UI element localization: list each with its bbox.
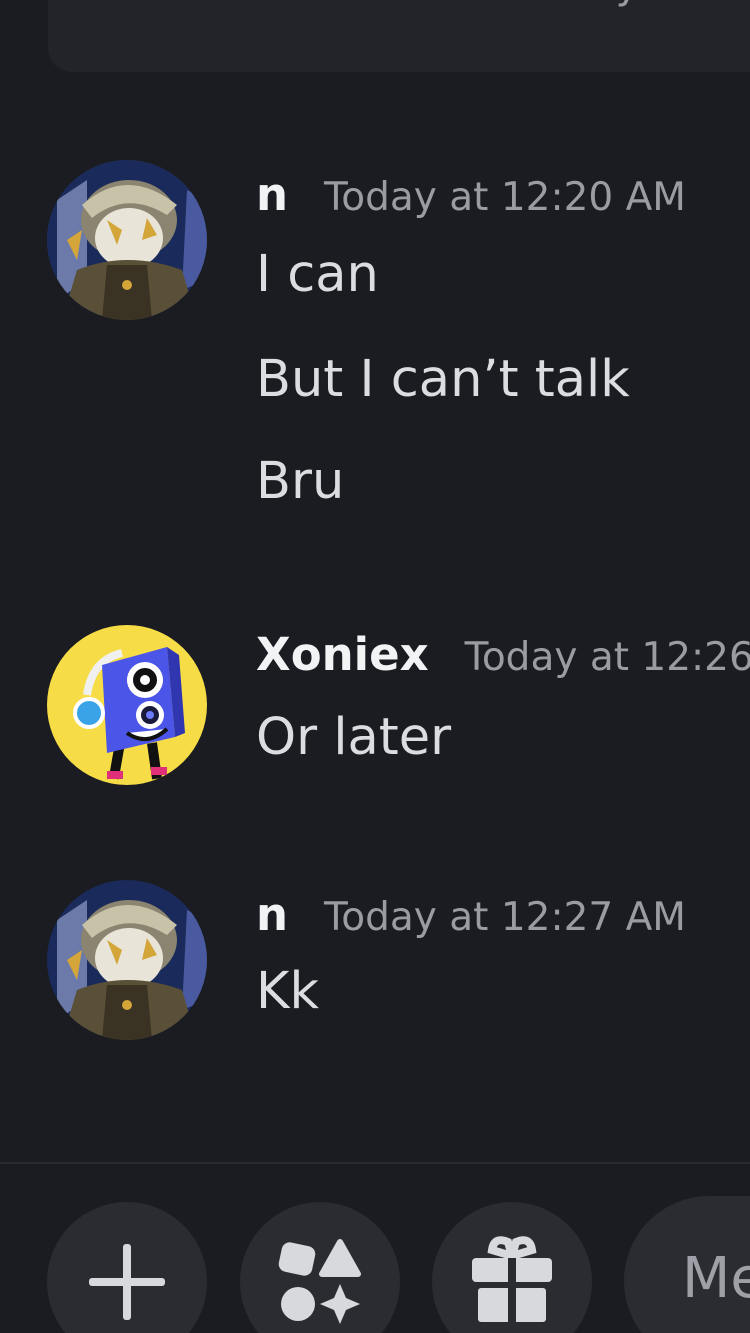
username[interactable]: Xoniex — [256, 628, 429, 681]
message-header: n Today at 12:27 AM — [256, 888, 686, 941]
avatar[interactable] — [47, 160, 207, 320]
message-text[interactable]: I can — [256, 245, 379, 304]
message-text[interactable]: Kk — [256, 962, 319, 1021]
avatar[interactable] — [47, 625, 207, 785]
composer-divider — [0, 1162, 750, 1164]
message-text[interactable]: Bru — [256, 452, 344, 511]
plus-icon — [89, 1244, 165, 1320]
chat-screen: 7 minutes — Today at 12: n Today — [0, 0, 750, 1333]
apps-icon — [278, 1239, 361, 1324]
previous-message-text: 7 minutes — Today at 12: — [258, 0, 750, 8]
message-header: Xoniex Today at 12:26 — [256, 628, 750, 681]
username[interactable]: n — [256, 888, 288, 941]
avatar[interactable] — [47, 880, 207, 1040]
message-input[interactable]: Me — [624, 1196, 750, 1333]
username[interactable]: n — [256, 168, 288, 221]
add-attachment-button[interactable] — [47, 1202, 207, 1333]
message-header: n Today at 12:20 AM — [256, 168, 686, 221]
apps-button[interactable] — [240, 1202, 400, 1333]
previous-message-card: 7 minutes — Today at 12: — [48, 0, 750, 72]
message-text[interactable]: But I can’t talk — [256, 350, 630, 409]
timestamp: Today at 12:26 — [464, 635, 750, 680]
timestamp: Today at 12:27 AM — [324, 895, 686, 940]
message-text[interactable]: Or later — [256, 708, 451, 767]
gift-icon — [472, 1236, 552, 1322]
message-input-placeholder: Me — [682, 1246, 750, 1311]
gift-button[interactable] — [432, 1202, 592, 1333]
timestamp: Today at 12:20 AM — [324, 175, 686, 220]
